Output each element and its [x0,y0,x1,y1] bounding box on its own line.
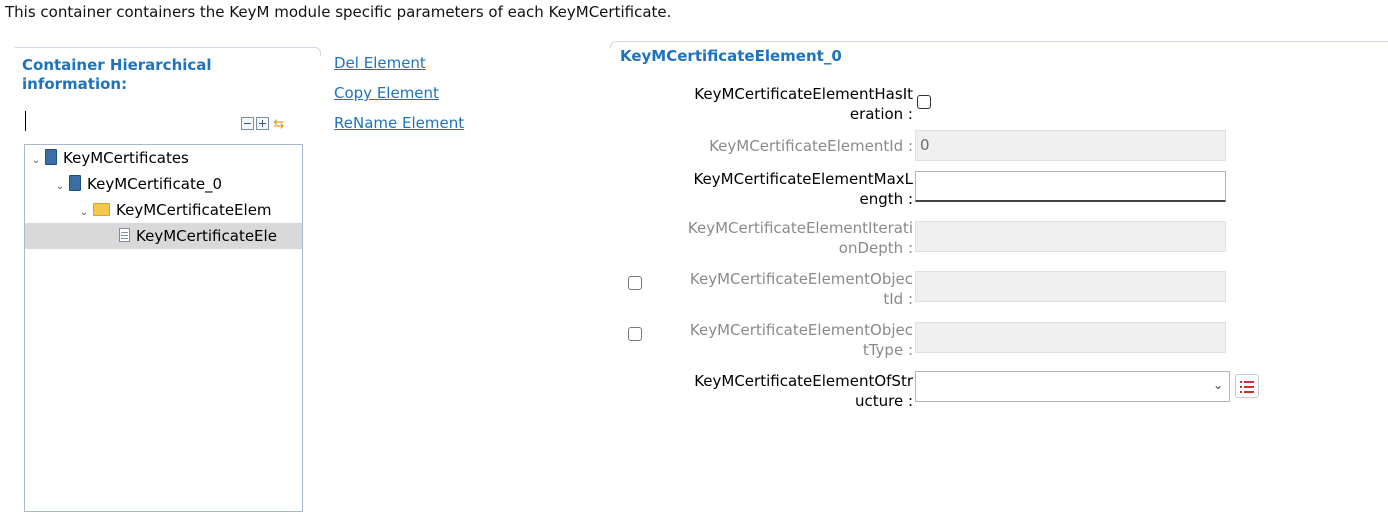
chevron-down-icon[interactable]: ⌄ [1213,378,1223,392]
has-iteration-label: KeyMCertificateElementHasIt eration : [694,84,913,124]
max-length-input[interactable] [915,171,1226,202]
hierarchy-title-line1: Container Hierarchical [22,56,212,74]
folder-icon [93,203,110,216]
book-icon [45,149,57,165]
reference-list-icon[interactable] [1235,374,1259,398]
container-description: This container containers the KeyM modul… [5,3,672,21]
label-line: eration : [849,105,913,123]
label-line: KeyMCertificateElementOfStr [694,372,913,390]
label-line: KeyMCertificateElementMaxL [693,170,913,188]
object-id-checkbox[interactable] [628,276,642,290]
has-iteration-checkbox[interactable] [917,95,931,109]
max-length-label: KeyMCertificateElementMaxL ength : [693,169,913,209]
label-line: ength : [859,190,913,208]
element-id-field: 0 [915,130,1226,161]
object-type-checkbox[interactable] [628,327,642,341]
hierarchy-tree[interactable]: ⌄ KeyMCertificates ⌄ KeyMCertificate_0 ⌄ Ke… [24,144,303,512]
tree-node-keymcertificates[interactable]: ⌄ KeyMCertificates [25,145,302,171]
label-line: KeyMCertificateElementObjec [689,321,913,339]
expand-all-icon[interactable] [256,117,269,130]
tree-node-keymcertificateelement-0[interactable]: KeyMCertificateEle [25,223,302,249]
del-element-link[interactable]: Del Element [334,53,464,73]
element-panel: KeyMCertificateElement_0 KeyMCertificate… [610,41,1388,421]
object-type-label: KeyMCertificateElementObjec tType : [690,320,913,360]
of-structure-label: KeyMCertificateElementOfStr ucture : [694,371,913,411]
of-structure-select[interactable]: ⌄ [915,371,1230,402]
text-cursor [25,111,26,131]
sync-icon[interactable]: ⇆ [271,117,287,133]
rename-element-link[interactable]: ReName Element [334,113,464,133]
tree-node-label: KeyMCertificates [63,149,189,167]
element-title: KeyMCertificateElement_0 [620,47,842,65]
label-line: tId : [883,290,913,308]
object-type-field [915,322,1226,353]
hierarchy-panel: Container Hierarchical information: ⇆ ⌄ K… [15,47,321,512]
element-id-label: KeyMCertificateElementId : [709,137,913,155]
label-line: tType : [862,341,913,359]
book-icon [69,175,81,191]
collapse-all-icon[interactable] [241,117,254,130]
object-id-label: KeyMCertificateElementObjec tId : [690,269,913,309]
tree-node-keymcertificate-0[interactable]: ⌄ KeyMCertificate_0 [25,171,302,197]
tree-toolbar: ⇆ [241,117,287,133]
tree-node-label: KeyMCertificate_0 [87,175,223,193]
object-id-field [915,271,1226,302]
copy-element-link[interactable]: Copy Element [334,83,464,103]
panel-border [15,47,321,56]
label-line: ucture : [854,392,913,410]
label-line: KeyMCertificateElementIterati [687,219,913,237]
label-line: onDepth : [838,239,913,257]
tree-node-label: KeyMCertificateElem [116,201,272,219]
hierarchy-title: Container Hierarchical information: [22,56,212,94]
action-links: Del Element Copy Element ReName Element [334,53,464,143]
tree-node-label: KeyMCertificateEle [136,227,277,245]
iteration-depth-label: KeyMCertificateElementIterati onDepth : [688,218,913,258]
iteration-depth-field [915,221,1226,252]
label-line: KeyMCertificateElementObjec [689,270,913,288]
label-line: KeyMCertificateElementHasIt [694,85,913,103]
hierarchy-title-line2: information: [22,75,128,93]
page-icon [119,228,130,242]
tree-node-keymcertificateelements[interactable]: ⌄ KeyMCertificateElem [25,197,302,223]
